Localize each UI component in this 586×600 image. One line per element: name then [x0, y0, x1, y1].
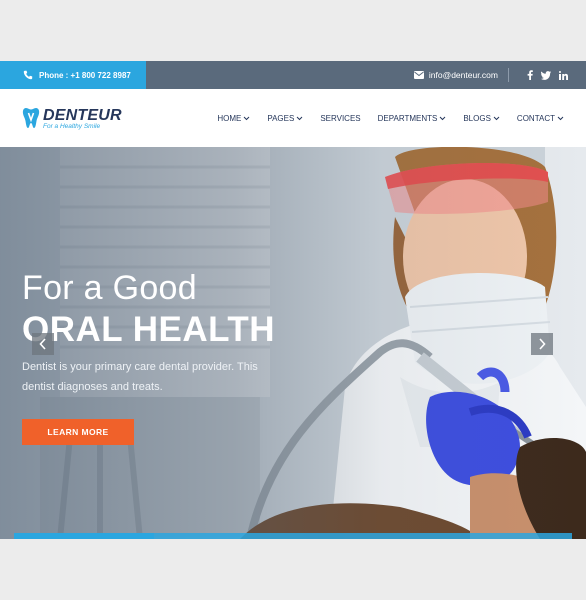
- phone-contact[interactable]: Phone : +1 800 722 8987: [0, 61, 146, 89]
- topbar-right: info@denteur.com: [413, 61, 568, 89]
- brand-logo[interactable]: DENTEUR For a Healthy Smile: [22, 107, 122, 130]
- slider-next-button[interactable]: [531, 333, 553, 355]
- chevron-right-icon: [539, 338, 546, 350]
- chevron-down-icon: [243, 116, 250, 120]
- linkedin-icon[interactable]: [559, 70, 568, 80]
- learn-more-button[interactable]: LEARN MORE: [22, 419, 134, 445]
- facebook-icon[interactable]: [527, 70, 533, 80]
- chevron-down-icon: [439, 116, 446, 120]
- nav-item-home[interactable]: HOME: [217, 114, 250, 123]
- slide-indicator[interactable]: [293, 533, 433, 539]
- nav-label: PAGES: [267, 113, 295, 123]
- chevron-down-icon: [493, 116, 500, 120]
- email-link[interactable]: info@denteur.com: [429, 70, 498, 80]
- phone-icon: [23, 70, 33, 80]
- twitter-icon[interactable]: [541, 70, 551, 80]
- nav-item-contact[interactable]: CONTACT: [517, 114, 564, 123]
- tooth-icon: [22, 108, 40, 128]
- nav-label: CONTACT: [516, 113, 555, 123]
- slide-indicator[interactable]: [14, 533, 154, 539]
- brand-tagline: For a Healthy Smile: [43, 123, 101, 130]
- chevron-left-icon: [39, 338, 46, 350]
- chevron-down-icon: [296, 116, 303, 120]
- nav-item-services[interactable]: SERVICES: [320, 114, 360, 123]
- nav-item-pages[interactable]: PAGES: [267, 114, 303, 123]
- nav-item-departments[interactable]: DEPARTMENTS: [378, 114, 447, 123]
- nav-label: SERVICES: [320, 113, 361, 123]
- slider-prev-button[interactable]: [32, 333, 54, 355]
- envelope-icon: [413, 71, 424, 79]
- nav-label: DEPARTMENTS: [377, 113, 438, 123]
- divider: [508, 68, 509, 82]
- hero-title-line2: ORAL HEALTH: [22, 310, 276, 349]
- top-bar: Phone : +1 800 722 8987 info@denteur.com: [0, 61, 586, 89]
- slide-indicator[interactable]: [153, 533, 293, 539]
- nav-label: BLOGS: [463, 113, 491, 123]
- nav-item-blogs[interactable]: BLOGS: [463, 114, 500, 123]
- main-navigation: HOME PAGES SERVICES DEPARTMENTS BLOGS CO…: [200, 89, 564, 147]
- hero-description: Dentist is your primary care dental prov…: [22, 361, 258, 393]
- main-header: DENTEUR For a Healthy Smile HOME PAGES S…: [0, 89, 586, 147]
- slide-indicator[interactable]: [432, 533, 572, 539]
- slide-indicator-bar: [14, 533, 572, 539]
- hero-title-line1: For a Good: [22, 269, 197, 307]
- hero-slider: For a Good ORAL HEALTH Dentist is your p…: [0, 147, 586, 539]
- chevron-down-icon: [557, 116, 564, 120]
- phone-text: Phone : +1 800 722 8987: [39, 70, 131, 80]
- brand-name: DENTEUR: [43, 107, 122, 124]
- nav-label: HOME: [217, 113, 242, 123]
- website-frame: Phone : +1 800 722 8987 info@denteur.com: [0, 61, 586, 539]
